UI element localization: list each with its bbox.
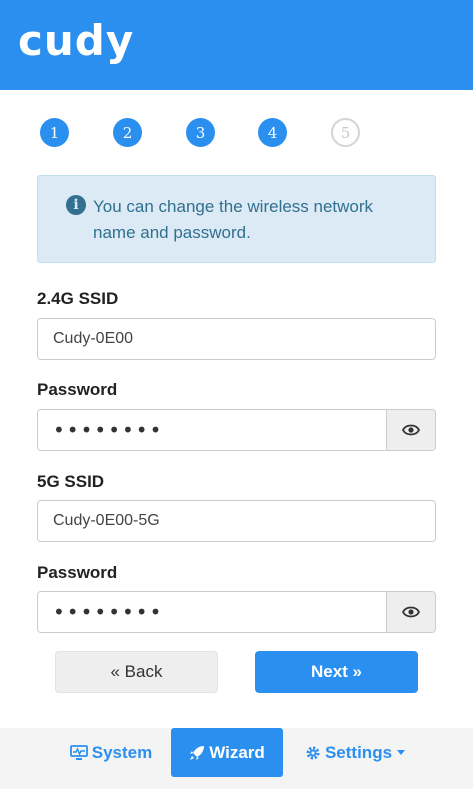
nav-system-label: System <box>91 742 153 762</box>
next-button[interactable]: Next » <box>255 651 418 693</box>
eye-icon <box>402 606 420 618</box>
step-4: 4 <box>258 118 287 147</box>
password-5g-group <box>37 591 436 633</box>
ssid-5g-label: 5G SSID <box>37 472 105 491</box>
ssid-5g-input[interactable] <box>37 500 436 542</box>
cudy-logo[interactable]: cudy <box>18 16 134 65</box>
show-password-5g-button[interactable] <box>386 592 435 632</box>
back-button[interactable]: « Back <box>55 651 218 693</box>
nav-settings-label: Settings <box>324 742 393 762</box>
password-5g-label: Password <box>37 563 118 582</box>
caret-down-icon <box>397 750 406 755</box>
eye-icon <box>402 424 420 436</box>
nav-wizard-label: Wizard <box>209 742 265 762</box>
wizard-steps: 1 2 3 4 5 <box>40 118 370 148</box>
info-alert: i You can change the wireless network na… <box>37 175 436 263</box>
rocket-icon <box>190 745 205 760</box>
show-password-24g-button[interactable] <box>386 410 435 450</box>
step-3: 3 <box>186 118 215 147</box>
nav-system[interactable]: System <box>66 728 156 777</box>
header-bar: cudy <box>0 0 473 90</box>
nav-settings[interactable]: Settings <box>300 728 410 777</box>
alert-message: You can change the wireless network name… <box>93 197 374 242</box>
password-24g-input[interactable] <box>38 410 388 450</box>
ssid-24g-label: 2.4G SSID <box>37 289 119 308</box>
gear-icon <box>306 746 320 759</box>
password-24g-label: Password <box>37 380 118 399</box>
step-2: 2 <box>113 118 142 147</box>
nav-wizard[interactable]: Wizard <box>171 728 283 777</box>
step-1: 1 <box>40 118 69 147</box>
password-24g-group <box>37 409 436 451</box>
monitor-icon <box>69 744 88 760</box>
footer-nav: System Wizard Settings <box>0 728 473 789</box>
password-5g-input[interactable] <box>38 592 388 632</box>
info-icon: i <box>66 195 86 215</box>
step-5: 5 <box>331 118 360 147</box>
ssid-24g-input[interactable] <box>37 318 436 360</box>
